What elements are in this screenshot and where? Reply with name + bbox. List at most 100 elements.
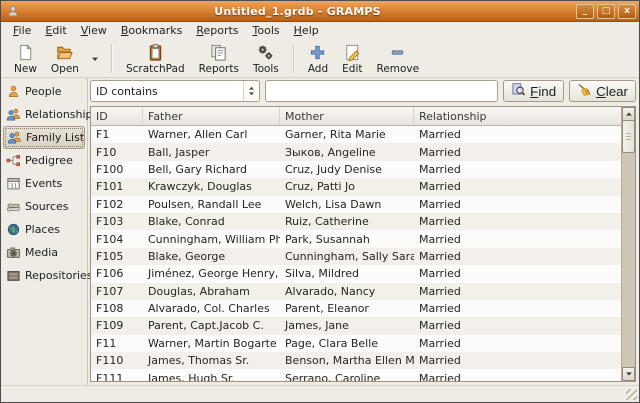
cell-father: Warner, Martin Bogarte xyxy=(143,337,280,350)
menu-edit[interactable]: Edit xyxy=(38,23,73,39)
sidebar-item-sources[interactable]: Sources xyxy=(3,195,85,218)
cell-id: F105 xyxy=(91,250,143,263)
cell-id: F101 xyxy=(91,180,143,193)
toolbar-button-label: ScratchPad xyxy=(126,63,185,75)
table-row[interactable]: F109Parent, Capt.Jacob C.James, JaneMarr… xyxy=(91,317,621,334)
menu-tools[interactable]: Tools xyxy=(246,23,287,39)
cell-relationship: Married xyxy=(414,163,621,176)
table-row[interactable]: F107Douglas, AbrahamAlvarado, NancyMarri… xyxy=(91,283,621,300)
cell-father: Poulsen, Randall Lee xyxy=(143,198,280,211)
clear-button[interactable]: Clear xyxy=(569,80,636,102)
cell-id: F1 xyxy=(91,128,143,141)
sidebar-item-media[interactable]: Media xyxy=(3,241,85,264)
toolbar-button-label: Tools xyxy=(253,63,279,75)
column-header-father[interactable]: Father xyxy=(143,107,280,125)
cell-father: Krawczyk, Douglas xyxy=(143,180,280,193)
menu-help[interactable]: Help xyxy=(287,23,326,39)
reports-button[interactable]: Reports xyxy=(192,41,246,76)
cell-relationship: Married xyxy=(414,285,621,298)
vertical-scrollbar[interactable] xyxy=(621,107,635,381)
find-button[interactable]: Find xyxy=(503,80,564,102)
new-button[interactable]: New xyxy=(7,41,44,76)
add-button[interactable]: Add xyxy=(301,41,335,76)
menu-reports[interactable]: Reports xyxy=(189,23,245,39)
person-icon xyxy=(6,84,21,99)
table-header-row: IDFatherMotherRelationship xyxy=(91,107,621,126)
table-row[interactable]: F10Ball, JasperЗыков, AngelineMarried xyxy=(91,143,621,160)
table-body: F1Warner, Allen CarlGarner, Rita MarieMa… xyxy=(91,126,621,381)
maximize-button[interactable]: □ xyxy=(597,4,615,19)
column-header-mother[interactable]: Mother xyxy=(280,107,414,125)
scroll-up-icon[interactable] xyxy=(622,107,635,121)
cell-id: F103 xyxy=(91,215,143,228)
cell-id: F111 xyxy=(91,372,143,381)
table-row[interactable]: F104Cunningham, William PhilipPark, Susa… xyxy=(91,230,621,247)
filter-bar: ID contains Find Clear xyxy=(90,80,636,102)
toolbar-separator xyxy=(293,44,294,73)
toolbar-button-label: Open xyxy=(51,63,79,75)
cell-id: F106 xyxy=(91,267,143,280)
sidebar-item-places[interactable]: Places xyxy=(3,218,85,241)
sidebar-item-repositories[interactable]: Repositories xyxy=(3,264,85,287)
combo-spinner-icon[interactable] xyxy=(243,81,259,101)
edit-button[interactable]: Edit xyxy=(335,41,369,76)
sidebar-item-events[interactable]: 31Events xyxy=(3,172,85,195)
filter-field-select[interactable]: ID contains xyxy=(90,80,260,102)
sidebar-item-label: Repositories xyxy=(25,269,93,282)
menu-bookmarks[interactable]: Bookmarks xyxy=(114,23,189,39)
globe-icon xyxy=(6,222,21,237)
cell-mother: James, Jane xyxy=(280,319,414,332)
minimize-button[interactable]: _ xyxy=(576,4,594,19)
cell-father: Parent, Capt.Jacob C. xyxy=(143,319,280,332)
sidebar-item-family-list[interactable]: Family List xyxy=(3,126,85,149)
tools-button[interactable]: Tools xyxy=(246,41,286,76)
scratchpad-button[interactable]: ScratchPad xyxy=(119,41,192,76)
cell-relationship: Married xyxy=(414,250,621,263)
cell-mother: Cunningham, Sally Sarah xyxy=(280,250,414,263)
cell-id: F100 xyxy=(91,163,143,176)
reports-icon xyxy=(209,43,228,62)
cell-mother: Зыков, Angeline xyxy=(280,146,414,159)
table-row[interactable]: F111James, Hugh Sr.Serrano, CarolineMarr… xyxy=(91,369,621,381)
add-icon xyxy=(308,43,327,62)
search-input[interactable] xyxy=(265,80,498,102)
cell-id: F10 xyxy=(91,146,143,159)
table-row[interactable]: F102Poulsen, Randall LeeWelch, Lisa Dawn… xyxy=(91,196,621,213)
sidebar-item-people[interactable]: People xyxy=(3,80,85,103)
sidebar-item-label: Media xyxy=(25,246,58,259)
cell-relationship: Married xyxy=(414,146,621,159)
remove-button[interactable]: Remove xyxy=(370,41,427,76)
cell-relationship: Married xyxy=(414,233,621,246)
scrollbar-thumb[interactable] xyxy=(622,120,635,153)
cell-father: Blake, Conrad xyxy=(143,215,280,228)
sidebar-item-relationships[interactable]: Relationships xyxy=(3,103,85,126)
open-dropdown-arrow-icon[interactable] xyxy=(86,41,104,76)
column-header-id[interactable]: ID xyxy=(91,107,143,125)
toolbar-button-label: Reports xyxy=(199,63,239,75)
family-list-table: IDFatherMotherRelationship F1Warner, All… xyxy=(90,106,636,382)
table-row[interactable]: F1Warner, Allen CarlGarner, Rita MarieMa… xyxy=(91,126,621,143)
table-row[interactable]: F105Blake, GeorgeCunningham, Sally Sarah… xyxy=(91,248,621,265)
cell-id: F102 xyxy=(91,198,143,211)
table-row[interactable]: F110James, Thomas Sr.Benson, Martha Elle… xyxy=(91,352,621,369)
scroll-down-icon[interactable] xyxy=(622,367,635,381)
column-header-relationship[interactable]: Relationship xyxy=(414,107,621,125)
sidebar-item-pedigree[interactable]: Pedigree xyxy=(3,149,85,172)
table-row[interactable]: F11Warner, Martin BogartePage, Clara Bel… xyxy=(91,335,621,352)
table-row[interactable]: F103Blake, ConradRuiz, CatherineMarried xyxy=(91,213,621,230)
table-row[interactable]: F106Jiménez, George Henry, Jr.Silva, Mil… xyxy=(91,265,621,282)
table-row[interactable]: F100Bell, Gary RichardCruz, Judy DeniseM… xyxy=(91,161,621,178)
cell-mother: Serrano, Caroline xyxy=(280,372,414,381)
table-row[interactable]: F108Alvarado, Col. CharlesParent, Eleano… xyxy=(91,300,621,317)
cell-relationship: Married xyxy=(414,198,621,211)
table-row[interactable]: F101Krawczyk, DouglasCruz, Patti JoMarri… xyxy=(91,178,621,195)
menu-file[interactable]: File xyxy=(6,23,38,39)
toolbar-button-label: New xyxy=(14,63,37,75)
menu-view[interactable]: View xyxy=(74,23,114,39)
open-button[interactable]: Open xyxy=(44,41,86,76)
resize-grip[interactable] xyxy=(626,389,637,400)
sidebar-item-label: Sources xyxy=(25,200,69,213)
window-menu-icon[interactable] xyxy=(6,4,20,18)
titlebar[interactable]: Untitled_1.grdb - GRAMPS _□x xyxy=(1,1,639,22)
close-button[interactable]: x xyxy=(618,4,636,19)
